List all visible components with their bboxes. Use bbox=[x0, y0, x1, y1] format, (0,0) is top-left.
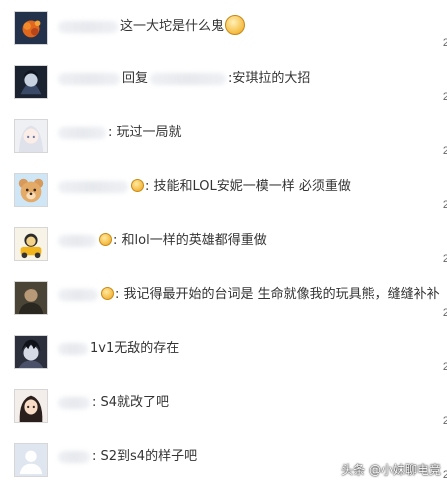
comment-line: : 和lol一样的英雄都得重做 bbox=[58, 231, 267, 251]
comment-date: 2 bbox=[442, 91, 447, 103]
comment-date: 2 bbox=[442, 199, 447, 211]
comment-list: 这一大坨是什么鬼 2 回复 :安琪拉的大招 2: 玩过一局就 2: 技能和L… bbox=[0, 0, 447, 488]
comment-text: : 技能和LOL安妮一模一样 必须重做 bbox=[145, 179, 351, 194]
comment-text: 1v1无敌的存在 bbox=[90, 341, 180, 356]
comment-date: 2 bbox=[442, 415, 447, 427]
comment-text: : 和lol一样的英雄都得重做 bbox=[113, 233, 267, 248]
username-redacted[interactable] bbox=[58, 342, 88, 355]
smile-emoji-icon bbox=[99, 233, 112, 246]
avatar-food-cartoon-icon bbox=[15, 228, 47, 260]
comment-text: : 我记得最开始的台词是 生命就像我的玩具熊，缝缝补补 bbox=[115, 287, 440, 302]
username-redacted[interactable] bbox=[58, 450, 90, 463]
comment-item: 这一大坨是什么鬼 2 bbox=[0, 0, 447, 54]
comment-line: : 玩过一局就 bbox=[58, 123, 182, 143]
username-redacted[interactable] bbox=[58, 234, 96, 247]
comment-text: : S2到s4的样子吧 bbox=[92, 449, 198, 464]
avatar-dark-anime-icon bbox=[15, 66, 47, 98]
comment-date: 2 bbox=[442, 307, 447, 319]
username-redacted[interactable] bbox=[58, 396, 90, 409]
comment-line: 这一大坨是什么鬼 bbox=[58, 15, 246, 35]
username-redacted[interactable] bbox=[58, 72, 120, 85]
smile-emoji-icon bbox=[131, 179, 144, 192]
avatar[interactable] bbox=[14, 173, 48, 207]
avatar[interactable] bbox=[14, 281, 48, 315]
comment-date: 2 bbox=[442, 37, 447, 49]
reply-target-redacted[interactable] bbox=[150, 72, 227, 85]
comment-item: : 我记得最开始的台词是 生命就像我的玩具熊，缝缝补补 2 bbox=[0, 270, 447, 324]
comment-line: : S4就改了吧 bbox=[58, 393, 169, 413]
avatar[interactable] bbox=[14, 335, 48, 369]
avatar[interactable] bbox=[14, 227, 48, 261]
watermark: 头条 @小妹聊电竞 bbox=[341, 463, 441, 477]
avatar-girl-dark-hair-icon bbox=[15, 390, 47, 422]
comment-item: : 技能和LOL安妮一模一样 必须重做 2 bbox=[0, 162, 447, 216]
comment-date: 2 bbox=[442, 361, 447, 373]
avatar[interactable] bbox=[14, 443, 48, 477]
avatar-white-hair-girl-icon bbox=[15, 120, 47, 152]
comment-date: 2 bbox=[442, 145, 447, 157]
avatar[interactable] bbox=[14, 389, 48, 423]
avatar-default-person-icon bbox=[15, 444, 47, 476]
avatar-orange-flower-icon bbox=[15, 12, 47, 44]
comment-line: : 我记得最开始的台词是 生命就像我的玩具熊，缝缝补补 bbox=[58, 285, 440, 305]
comment-item: 1v1无敌的存在 2 bbox=[0, 324, 447, 378]
comment-line: : 技能和LOL安妮一模一样 必须重做 bbox=[58, 177, 351, 197]
avatar-dark-portrait-icon bbox=[15, 282, 47, 314]
comment-text: : S4就改了吧 bbox=[92, 395, 170, 410]
reply-prefix: 回复 bbox=[122, 71, 149, 86]
avatar-teddy-bear-icon bbox=[15, 174, 47, 206]
username-redacted[interactable] bbox=[58, 20, 118, 33]
grin-emoji-icon bbox=[225, 15, 246, 35]
username-redacted[interactable] bbox=[58, 288, 98, 301]
smile-emoji-icon bbox=[101, 287, 114, 300]
comment-line: 回复 :安琪拉的大招 bbox=[58, 69, 310, 89]
avatar[interactable] bbox=[14, 11, 48, 45]
avatar[interactable] bbox=[14, 119, 48, 153]
comment-date: 2 bbox=[442, 469, 447, 481]
avatar-dark-anime-boy-icon bbox=[15, 336, 47, 368]
comment-text: : 玩过一局就 bbox=[108, 125, 182, 140]
username-redacted[interactable] bbox=[58, 126, 106, 139]
comment-line: 1v1无敌的存在 bbox=[58, 339, 179, 359]
comment-item: : 和lol一样的英雄都得重做 2 bbox=[0, 216, 447, 270]
comment-item: : S4就改了吧 2 bbox=[0, 378, 447, 432]
comment-item: 回复 :安琪拉的大招 2 bbox=[0, 54, 447, 108]
comment-item: : 玩过一局就 2 bbox=[0, 108, 447, 162]
username-redacted[interactable] bbox=[58, 180, 128, 193]
comment-line: : S2到s4的样子吧 bbox=[58, 447, 197, 467]
comment-date: 2 bbox=[442, 253, 447, 265]
comment-text: 这一大坨是什么鬼 bbox=[120, 19, 225, 34]
avatar[interactable] bbox=[14, 65, 48, 99]
comment-text: :安琪拉的大招 bbox=[228, 71, 311, 86]
